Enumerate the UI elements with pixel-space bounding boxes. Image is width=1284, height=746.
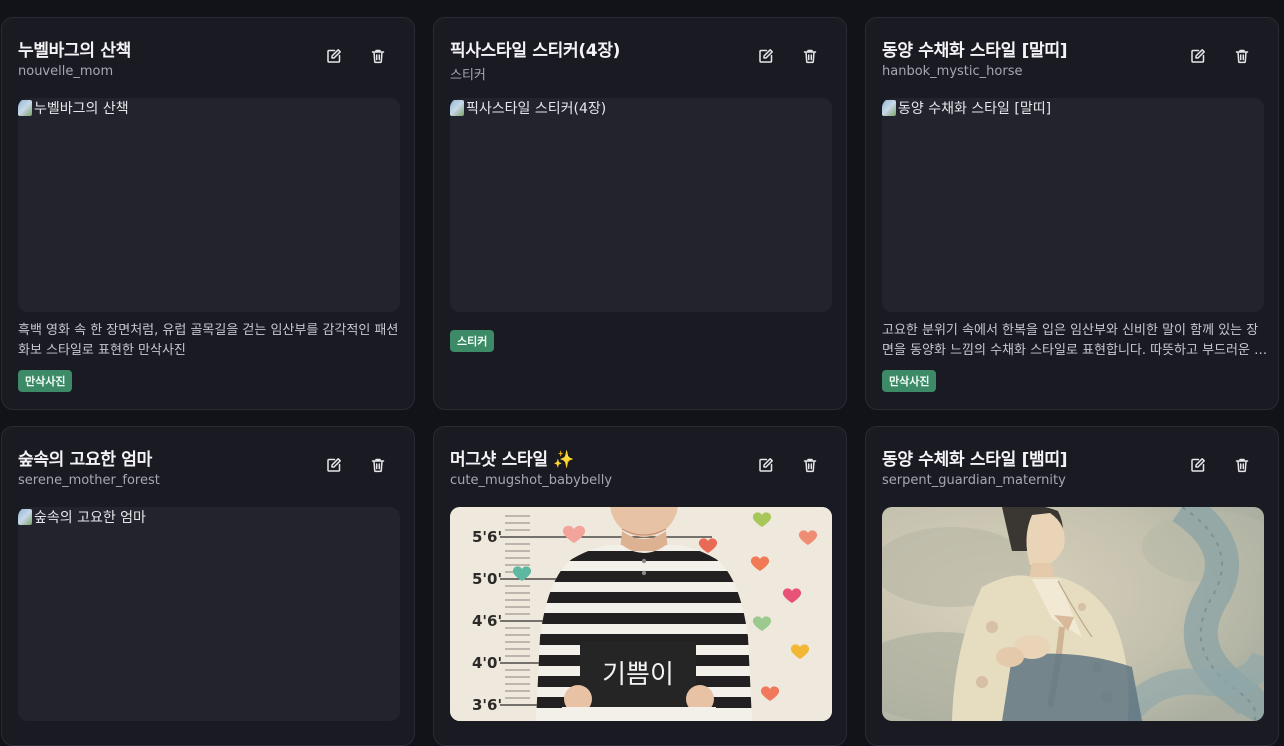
template-card[interactable]: 숲속의 고요한 엄마 serene_mother_forest 숲속의 고요한 …	[1, 426, 415, 746]
delete-button[interactable]	[1230, 453, 1254, 477]
card-description: 흑백 영화 속 한 장면처럼, 유럽 골목길을 걷는 임산부를 감각적인 패션 …	[18, 323, 399, 358]
trash-icon	[803, 49, 817, 64]
category-tag[interactable]: 만삭사진	[18, 370, 73, 392]
height-label: 4'0'	[472, 654, 502, 672]
trash-icon	[1235, 458, 1249, 473]
card-subtitle: nouvelle_mom	[18, 64, 114, 79]
card-image: 5'6' 5'0' 4'6' 4'0' 3'6' 기쁨이	[450, 507, 832, 721]
broken-image-icon	[18, 100, 32, 116]
height-label: 3'6'	[472, 696, 502, 714]
edit-button[interactable]	[322, 453, 346, 477]
trash-icon	[1235, 49, 1249, 64]
watercolor-illustration	[882, 507, 1264, 721]
card-subtitle: cute_mugshot_babybelly	[450, 473, 613, 488]
image-alt-text: 숲속의 고요한 엄마	[18, 507, 146, 527]
image-alt-text: 픽사스타일 스티커(4장)	[450, 98, 606, 118]
edit-icon	[327, 49, 341, 63]
edit-button[interactable]	[1186, 453, 1210, 477]
delete-button[interactable]	[798, 453, 822, 477]
trash-icon	[803, 458, 817, 473]
template-card[interactable]: 동양 수채화 스타일 [말띠] hanbok_mystic_horse 동양 수…	[865, 17, 1279, 410]
edit-icon	[1191, 458, 1205, 472]
card-subtitle: 스티커	[450, 68, 486, 83]
delete-button[interactable]	[1230, 44, 1254, 68]
image-alt-label: 누벨바그의 산책	[34, 101, 129, 117]
card-title: 동양 수체화 스타일 [뱀띠]	[882, 450, 1068, 470]
image-alt-text: 누벨바그의 산책	[18, 98, 129, 118]
delete-button[interactable]	[366, 44, 390, 68]
edit-button[interactable]	[322, 44, 346, 68]
category-tag[interactable]: 스티커	[450, 330, 495, 352]
card-image: 동양 수채화 스타일 [말띠]	[882, 98, 1264, 312]
card-image	[882, 507, 1264, 721]
card-image: 숲속의 고요한 엄마	[18, 507, 400, 721]
image-alt-label: 동양 수채화 스타일 [말띠]	[898, 101, 1052, 117]
edit-button[interactable]	[754, 453, 778, 477]
category-tag[interactable]: 만삭사진	[882, 370, 937, 392]
template-card[interactable]: 동양 수체화 스타일 [뱀띠] serpent_guardian_materni…	[865, 426, 1279, 746]
broken-image-icon	[450, 100, 464, 116]
card-subtitle: hanbok_mystic_horse	[882, 64, 1023, 79]
card-subtitle: serene_mother_forest	[18, 473, 160, 488]
card-title: 머그샷 스타일 ✨	[450, 450, 575, 470]
edit-icon	[327, 458, 341, 472]
trash-icon	[371, 49, 385, 64]
broken-image-icon	[18, 509, 32, 525]
card-title: 숲속의 고요한 엄마	[18, 450, 152, 470]
delete-button[interactable]	[798, 44, 822, 68]
image-alt-label: 픽사스타일 스티커(4장)	[466, 101, 607, 117]
image-alt-text: 동양 수채화 스타일 [말띠]	[882, 98, 1051, 118]
height-label: 5'6'	[472, 528, 502, 546]
card-subtitle: serpent_guardian_maternity	[882, 473, 1066, 488]
template-card[interactable]: 머그샷 스타일 ✨ cute_mugshot_babybelly 5'6' 5'…	[433, 426, 847, 746]
edit-icon	[1191, 49, 1205, 63]
edit-icon	[759, 458, 773, 472]
trash-icon	[371, 458, 385, 473]
card-image: 누벨바그의 산책	[18, 98, 400, 312]
edit-button[interactable]	[1186, 44, 1210, 68]
card-title: 픽사스타일 스티커(4장)	[450, 41, 621, 61]
edit-button[interactable]	[754, 44, 778, 68]
sign-text: 기쁨이	[602, 660, 674, 690]
card-title: 누벨바그의 산책	[18, 41, 131, 61]
card-image: 픽사스타일 스티커(4장)	[450, 98, 832, 312]
card-title: 동양 수채화 스타일 [말띠]	[882, 41, 1068, 61]
height-label: 4'6'	[472, 612, 502, 630]
image-alt-label: 숲속의 고요한 엄마	[34, 510, 146, 526]
height-label: 5'0'	[472, 570, 502, 588]
card-description: 고요한 분위기 속에서 한복을 입은 임산부와 신비한 말이 함께 있는 장면을…	[882, 323, 1267, 358]
template-card[interactable]: 픽사스타일 스티커(4장) 스티커 픽사스타일 스티커(4장) 스티커	[433, 17, 847, 410]
edit-icon	[759, 49, 773, 63]
template-card[interactable]: 누벨바그의 산책 nouvelle_mom 누벨바그의 산책 흑백 영화 속 한…	[1, 17, 415, 410]
broken-image-icon	[882, 100, 896, 116]
delete-button[interactable]	[366, 453, 390, 477]
mugshot-illustration: 5'6' 5'0' 4'6' 4'0' 3'6' 기쁨이	[450, 507, 832, 721]
